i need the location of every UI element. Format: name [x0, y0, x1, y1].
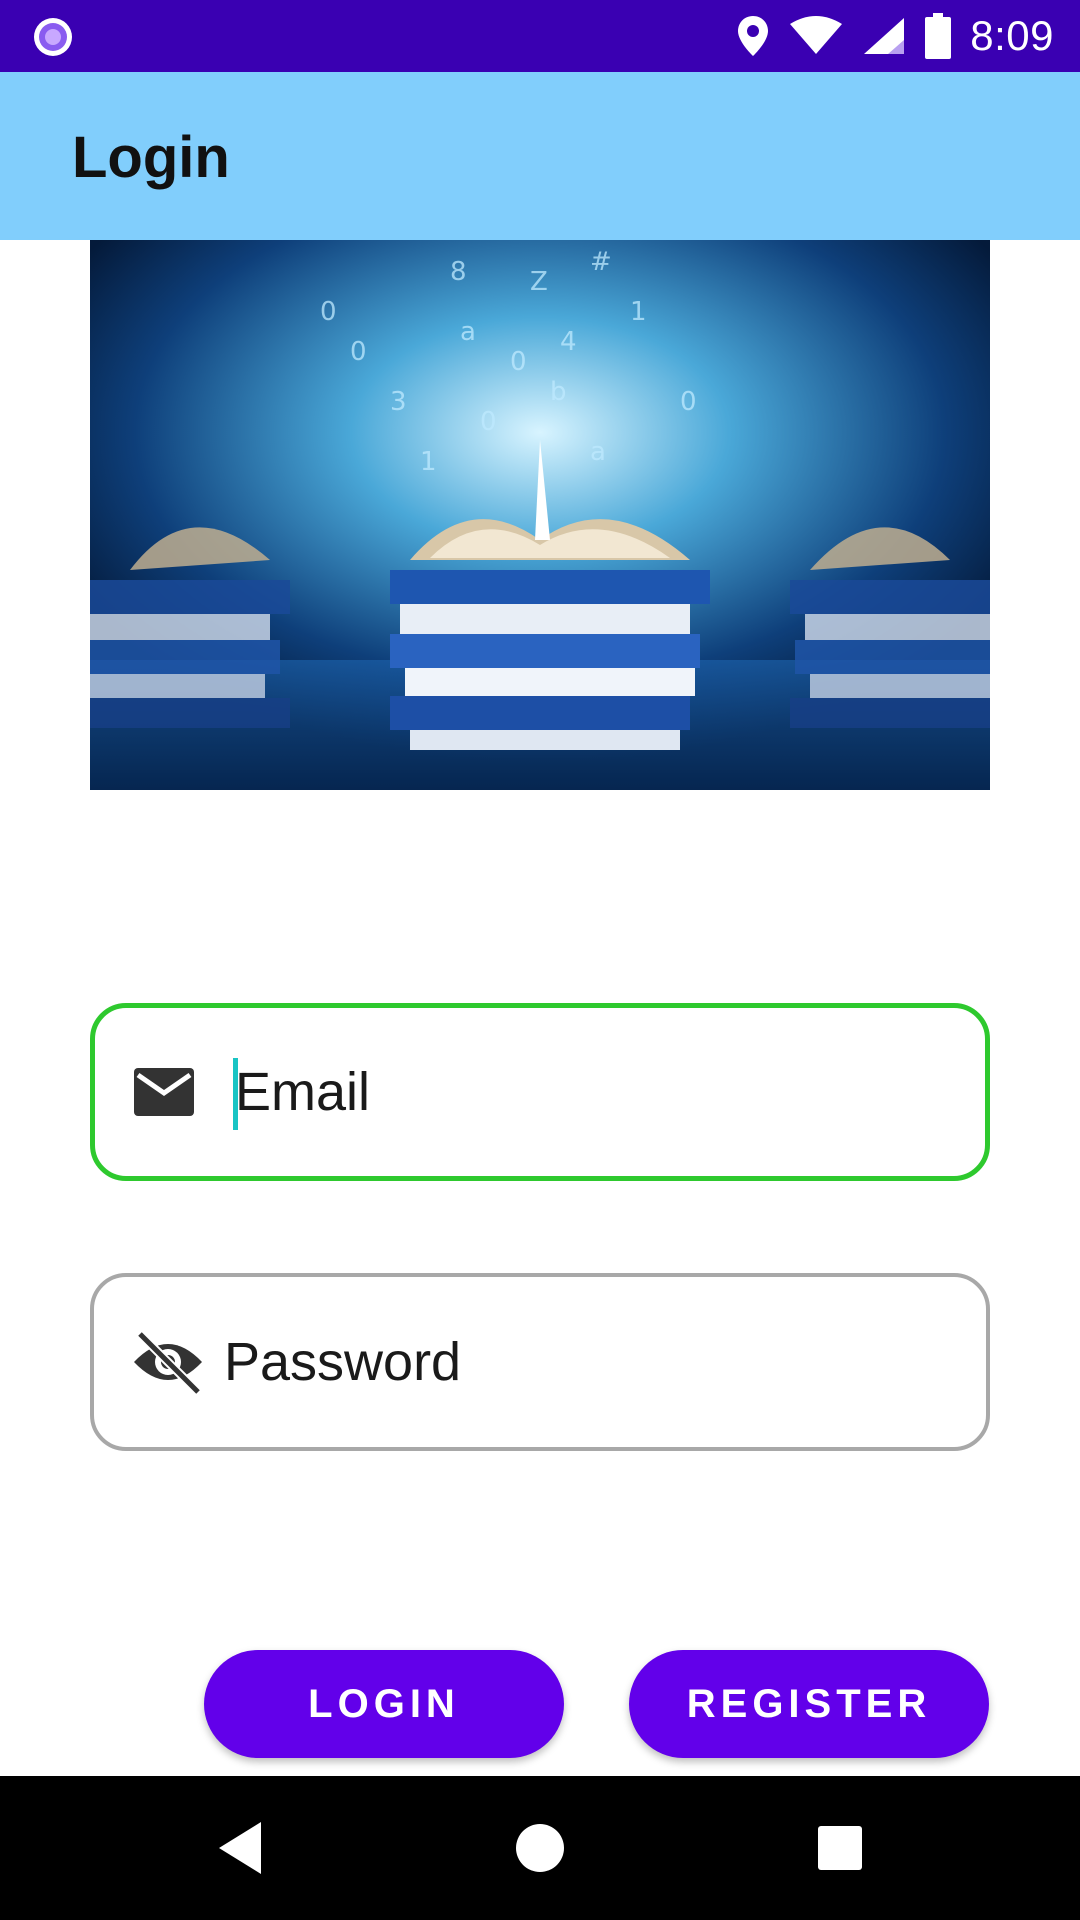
svg-text:0: 0	[680, 387, 697, 417]
svg-text:Z: Z	[530, 267, 548, 297]
back-button[interactable]	[160, 1776, 320, 1920]
svg-text:0: 0	[480, 407, 497, 437]
page-title: Login	[72, 125, 230, 190]
svg-text:a: a	[460, 317, 476, 347]
status-bar: 8:09	[0, 0, 1080, 72]
email-field[interactable]	[90, 1003, 990, 1181]
status-time: 8:09	[970, 12, 1054, 59]
svg-text:0: 0	[320, 297, 337, 327]
svg-text:b: b	[550, 377, 567, 407]
svg-text:0: 0	[350, 337, 367, 367]
home-button[interactable]	[460, 1776, 620, 1920]
password-field[interactable]	[90, 1273, 990, 1451]
books-image: 8 Z # 0a0 13b 0a0 014	[90, 240, 990, 790]
svg-text:#: #	[590, 247, 612, 277]
app-notification-icon	[34, 18, 72, 56]
password-input[interactable]	[224, 1277, 954, 1447]
battery-icon	[925, 13, 952, 59]
email-input[interactable]	[235, 1008, 955, 1176]
svg-text:8: 8	[450, 257, 467, 287]
mail-icon	[134, 1068, 194, 1116]
status-icons: 8:09	[736, 0, 1054, 72]
recents-button[interactable]	[760, 1776, 920, 1920]
svg-text:3: 3	[390, 387, 407, 417]
app-bar: Login	[0, 72, 1080, 240]
svg-text:a: a	[590, 437, 606, 467]
svg-text:0: 0	[510, 347, 527, 377]
login-button[interactable]: LOGIN	[204, 1650, 564, 1758]
svg-text:4: 4	[560, 327, 577, 357]
navigation-bar	[0, 1776, 1080, 1920]
recents-icon	[818, 1826, 862, 1870]
back-icon	[219, 1822, 261, 1874]
register-button[interactable]: REGISTER	[629, 1650, 989, 1758]
signal-icon	[864, 18, 905, 54]
svg-text:1: 1	[630, 297, 647, 327]
svg-text:1: 1	[420, 447, 437, 477]
location-icon	[738, 16, 769, 56]
home-icon	[516, 1824, 564, 1872]
visibility-off-icon[interactable]	[130, 1330, 206, 1394]
wifi-icon	[790, 16, 843, 54]
